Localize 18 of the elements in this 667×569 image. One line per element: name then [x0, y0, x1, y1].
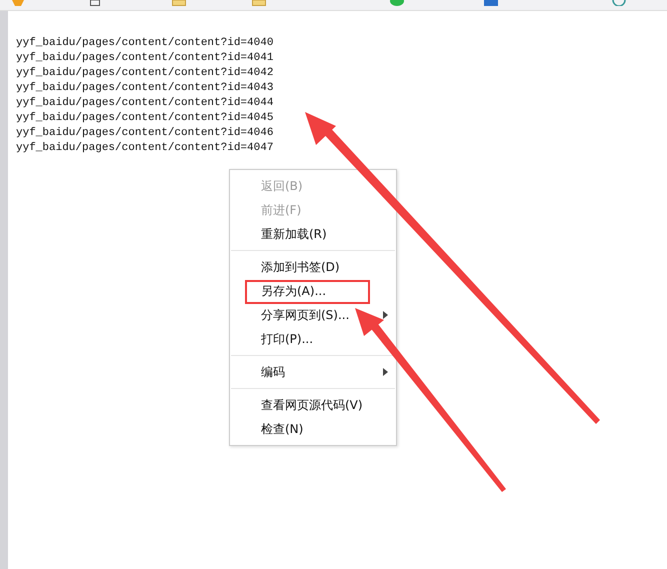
url-text: yyf_baidu/pages/content/content?id=4041	[16, 51, 274, 66]
menu-item[interactable]: 打印(P)...	[230, 327, 396, 351]
menu-item[interactable]: 检查(N)	[230, 417, 396, 441]
menu-item[interactable]: 重新加载(R)	[230, 222, 396, 246]
url-text: yyf_baidu/pages/content/content?id=4043	[16, 81, 274, 96]
menu-item[interactable]: 另存为(A)...	[230, 279, 396, 303]
url-text: yyf_baidu/pages/content/content?id=4045	[16, 111, 274, 126]
menu-item[interactable]: 编码	[230, 360, 396, 384]
url-text: yyf_baidu/pages/content/content?id=4047	[16, 141, 274, 156]
submenu-arrow-icon	[383, 368, 388, 376]
submenu-arrow-icon	[383, 311, 388, 319]
menu-item[interactable]: 分享网页到(S)...	[230, 303, 396, 327]
url-text: yyf_baidu/pages/content/content?id=4044	[16, 96, 274, 111]
menu-item[interactable]: 查看网页源代码(V)	[230, 393, 396, 417]
url-text: yyf_baidu/pages/content/content?id=4046	[16, 126, 274, 141]
url-text: yyf_baidu/pages/content/content?id=4042	[16, 66, 274, 81]
menu-item[interactable]: 添加到书签(D)	[230, 255, 396, 279]
url-text: yyf_baidu/pages/content/content?id=4040	[16, 36, 274, 51]
